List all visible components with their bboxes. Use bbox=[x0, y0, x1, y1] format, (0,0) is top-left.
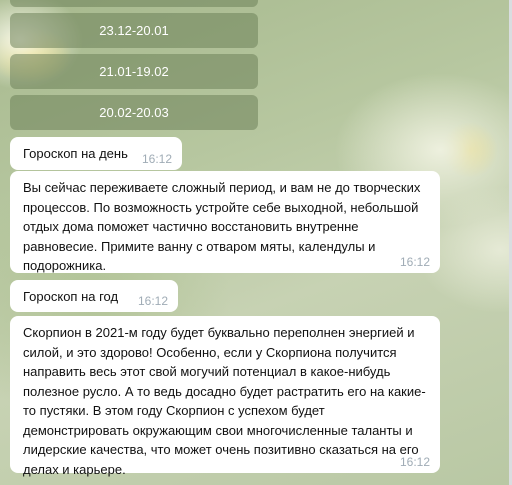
message-time: 16:12 bbox=[137, 294, 168, 308]
message-text: Вы сейчас переживаете сложный период, и … bbox=[23, 180, 421, 273]
keyboard-button-pisces[interactable]: 20.02-20.03 bbox=[10, 95, 258, 130]
message-bubble: Вы сейчас переживаете сложный период, и … bbox=[10, 171, 440, 273]
message-bubble: Гороскоп на день 16:12 bbox=[10, 137, 182, 170]
chat-background: 23.12-20.01 21.01-19.02 20.02-20.03 Горо… bbox=[0, 0, 509, 485]
keyboard-button-aquarius[interactable]: 21.01-19.02 bbox=[10, 54, 258, 89]
message-time: 16:12 bbox=[399, 255, 430, 269]
message-text: Гороскоп на день bbox=[23, 146, 128, 161]
message-text: Скорпион в 2021-м году будет буквально п… bbox=[23, 325, 426, 477]
keyboard-button-previous[interactable] bbox=[10, 0, 258, 7]
message-time: 16:12 bbox=[399, 455, 430, 469]
message-time: 16:12 bbox=[141, 152, 172, 166]
message-bubble: Скорпион в 2021-м году будет буквально п… bbox=[10, 316, 440, 477]
message-text: Гороскоп на год bbox=[23, 289, 119, 304]
message-bubble: Гороскоп на год 16:12 bbox=[10, 280, 178, 312]
keyboard-button-capricorn[interactable]: 23.12-20.01 bbox=[10, 13, 258, 48]
